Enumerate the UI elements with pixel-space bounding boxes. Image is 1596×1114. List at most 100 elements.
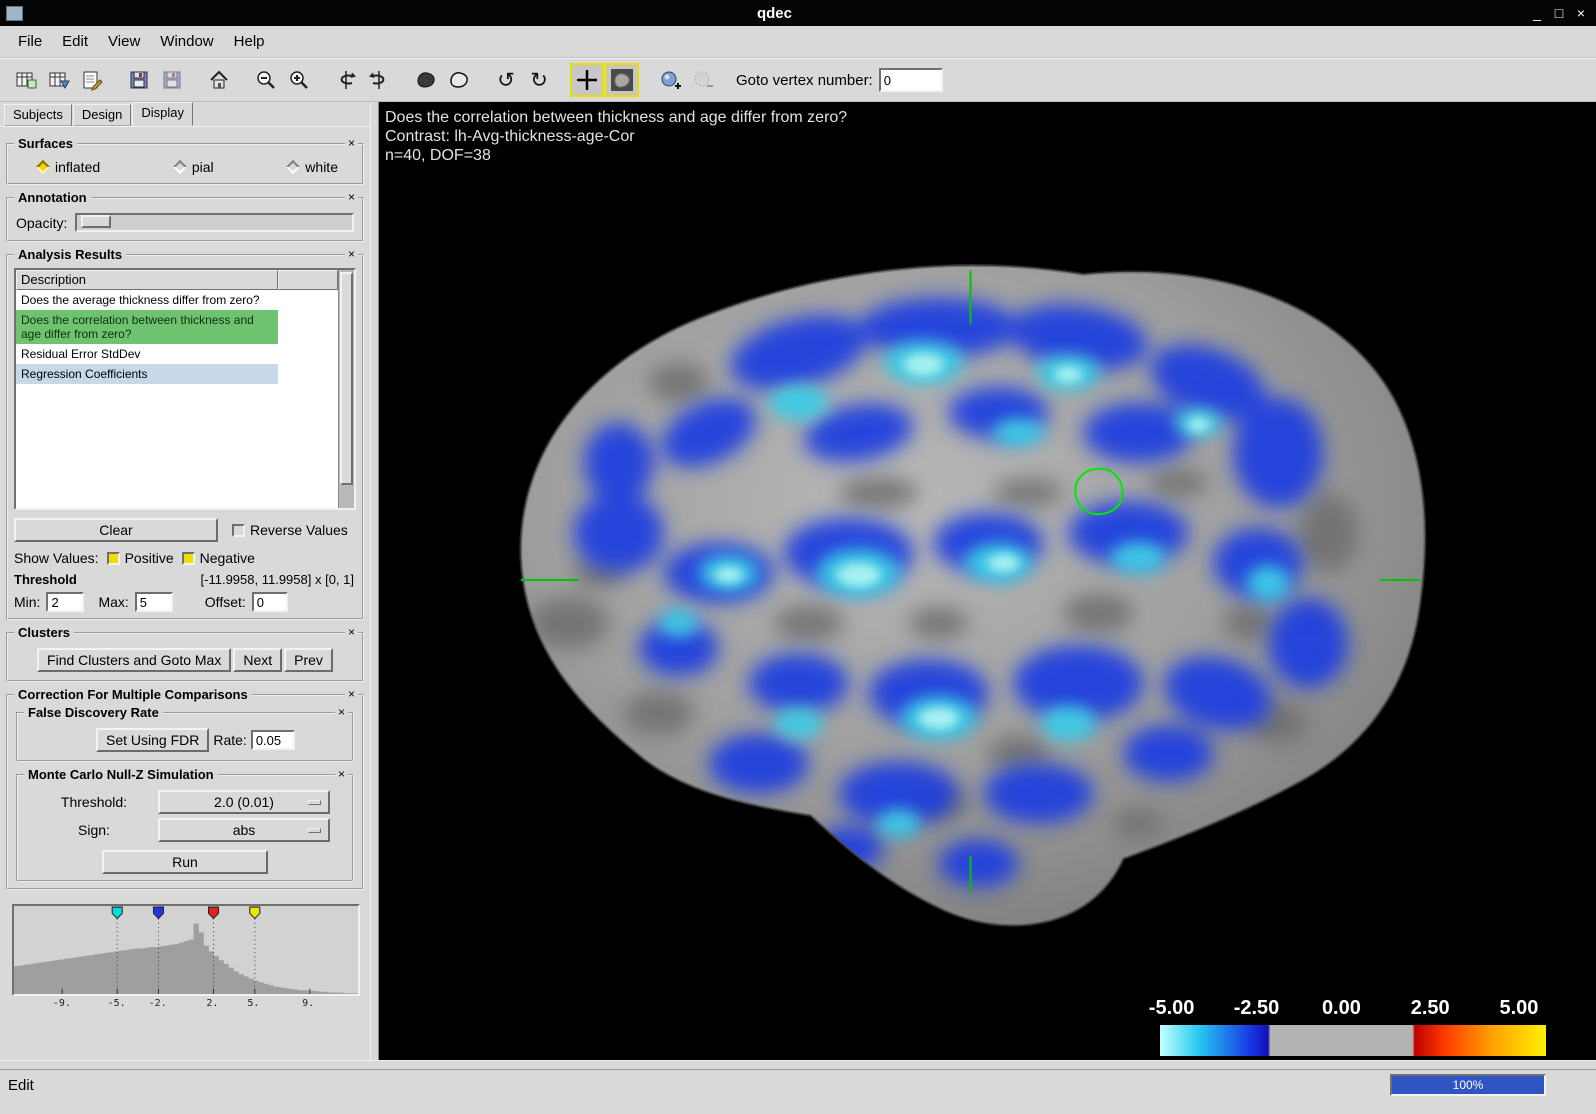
load-data-table-icon[interactable] [10, 64, 42, 96]
results-list-scrollbar[interactable] [338, 270, 354, 508]
tab-subjects[interactable]: Subjects [4, 104, 72, 126]
positive-checkbox[interactable]: Positive [107, 550, 174, 566]
surface-option-inflated[interactable]: inflated [38, 159, 100, 175]
restore-view-icon[interactable]: ↺ [490, 64, 522, 96]
clear-button[interactable]: Clear [14, 518, 218, 542]
overlay-contrast: Contrast: lh-Avg-thickness-age-Cor [385, 127, 847, 146]
description-column-header[interactable]: Description [16, 270, 278, 290]
list-item[interactable]: Residual Error StdDev [16, 344, 278, 364]
surface-cursor-mode-button[interactable] [605, 63, 639, 97]
opacity-slider-handle[interactable] [81, 215, 111, 228]
results-list: Description Does the average thickness d… [14, 268, 356, 510]
save-all-snapshots-icon[interactable] [156, 64, 188, 96]
menu-window[interactable]: Window [150, 29, 223, 54]
radio-icon [286, 160, 300, 174]
radio-icon [173, 160, 187, 174]
menubar: File Edit View Window Help [0, 26, 1596, 58]
render-viewport[interactable]: Does the correlation between thickness a… [379, 102, 1596, 1060]
annotation-close-icon[interactable]: × [345, 191, 358, 204]
tab-display[interactable]: Display [132, 102, 193, 126]
fdr-title: False Discovery Rate [24, 705, 163, 720]
bottom-splitter[interactable] [0, 1060, 1596, 1070]
load-project-icon[interactable] [43, 64, 75, 96]
curvature-outline-icon[interactable] [443, 64, 475, 96]
surface-option-white[interactable]: white [288, 159, 338, 175]
surface-option-pial[interactable]: pial [175, 159, 214, 175]
close-button[interactable]: × [1570, 5, 1592, 21]
monte-carlo-close-icon[interactable]: × [335, 768, 348, 781]
find-clusters-button[interactable]: Find Clusters and Goto Max [37, 648, 231, 672]
analysis-results-close-icon[interactable]: × [345, 248, 358, 261]
analysis-results-group: Analysis Results × Description Does the … [6, 254, 364, 620]
min-input[interactable] [46, 592, 84, 612]
display-tab-panel: Surfaces × inflated pial wh [0, 126, 370, 1060]
statusbar: Edit 100% [0, 1070, 1596, 1100]
show-values-label: Show Values: [14, 550, 99, 566]
mc-threshold-label: Threshold: [30, 794, 158, 810]
save-project-icon[interactable] [76, 64, 108, 96]
opacity-slider[interactable] [75, 213, 354, 232]
clusters-close-icon[interactable]: × [345, 626, 358, 639]
set-using-fdr-button[interactable]: Set Using FDR [96, 728, 209, 752]
menu-file[interactable]: File [8, 29, 52, 54]
rotate-right-icon[interactable] [363, 64, 395, 96]
brain-render[interactable] [379, 102, 1596, 1060]
remove-marker-icon[interactable] [687, 64, 719, 96]
surfaces-title: Surfaces [14, 136, 77, 151]
mc-sign-dropdown[interactable]: abs [158, 818, 330, 842]
add-marker-icon[interactable] [654, 64, 686, 96]
home-icon[interactable] [203, 64, 235, 96]
value-histogram[interactable]: -9.-5.-2.2.5.9. [12, 904, 360, 1012]
list-item[interactable]: Regression Coefficients [16, 364, 278, 384]
reverse-values-checkbox[interactable]: Reverse Values [232, 522, 348, 538]
correction-group: Correction For Multiple Comparisons × Fa… [6, 694, 364, 890]
overlay-text: Does the correlation between thickness a… [385, 108, 847, 165]
mc-threshold-dropdown[interactable]: 2.0 (0.01) [158, 790, 330, 814]
surfaces-group: Surfaces × inflated pial wh [6, 143, 364, 185]
save-snapshot-icon[interactable] [123, 64, 155, 96]
offset-input[interactable] [252, 592, 288, 612]
next-cluster-button[interactable]: Next [233, 648, 282, 672]
run-simulation-button[interactable]: Run [102, 850, 268, 874]
rotate-left-icon[interactable] [330, 64, 362, 96]
menu-view[interactable]: View [98, 29, 150, 54]
annotation-group: Annotation × Opacity: [6, 197, 364, 242]
max-input[interactable] [135, 592, 173, 612]
zoom-in-icon[interactable] [283, 64, 315, 96]
scrollbar-thumb[interactable] [340, 272, 353, 485]
list-item[interactable]: Does the average thickness differ from z… [16, 290, 278, 310]
overlay-question: Does the correlation between thickness a… [385, 108, 847, 127]
blank-column-header [278, 270, 338, 290]
tab-design[interactable]: Design [73, 104, 131, 126]
menu-edit[interactable]: Edit [52, 29, 98, 54]
monte-carlo-group: Monte Carlo Null-Z Simulation × Threshol… [16, 774, 354, 882]
negative-checkbox[interactable]: Negative [182, 550, 255, 566]
prev-cluster-button[interactable]: Prev [284, 648, 333, 672]
results-list-header: Description [16, 270, 338, 290]
checkbox-icon [232, 524, 245, 537]
curvature-filled-icon[interactable] [410, 64, 442, 96]
maximize-button[interactable]: □ [1548, 5, 1570, 21]
correction-close-icon[interactable]: × [345, 688, 358, 701]
menu-help[interactable]: Help [224, 29, 275, 54]
surfaces-close-icon[interactable]: × [345, 137, 358, 150]
status-text: Edit [8, 1077, 1390, 1094]
crosshair-mode-button[interactable] [570, 63, 604, 97]
annotation-title: Annotation [14, 190, 91, 205]
rate-input[interactable] [251, 730, 295, 750]
panel-splitter[interactable] [370, 102, 379, 1060]
list-item-selected[interactable]: Does the correlation between thickness a… [16, 310, 278, 344]
fdr-group: False Discovery Rate × Set Using FDR Rat… [16, 712, 354, 762]
fdr-close-icon[interactable]: × [335, 706, 348, 719]
progress-bar: 100% [1390, 1074, 1546, 1096]
monte-carlo-title: Monte Carlo Null-Z Simulation [24, 767, 218, 782]
zoom-out-icon[interactable] [250, 64, 282, 96]
redo-view-icon[interactable]: ↻ [523, 64, 555, 96]
minimize-button[interactable]: _ [1526, 5, 1548, 21]
histogram-plot[interactable] [12, 904, 360, 996]
toolbar: ↺ ↻ Goto vertex number: [0, 58, 1596, 102]
qdec-window: qdec _ □ × File Edit View Window Help [0, 0, 1596, 1114]
analysis-results-title: Analysis Results [14, 247, 126, 262]
optionmenu-indicator-icon [308, 800, 321, 805]
goto-vertex-input[interactable] [879, 68, 943, 92]
